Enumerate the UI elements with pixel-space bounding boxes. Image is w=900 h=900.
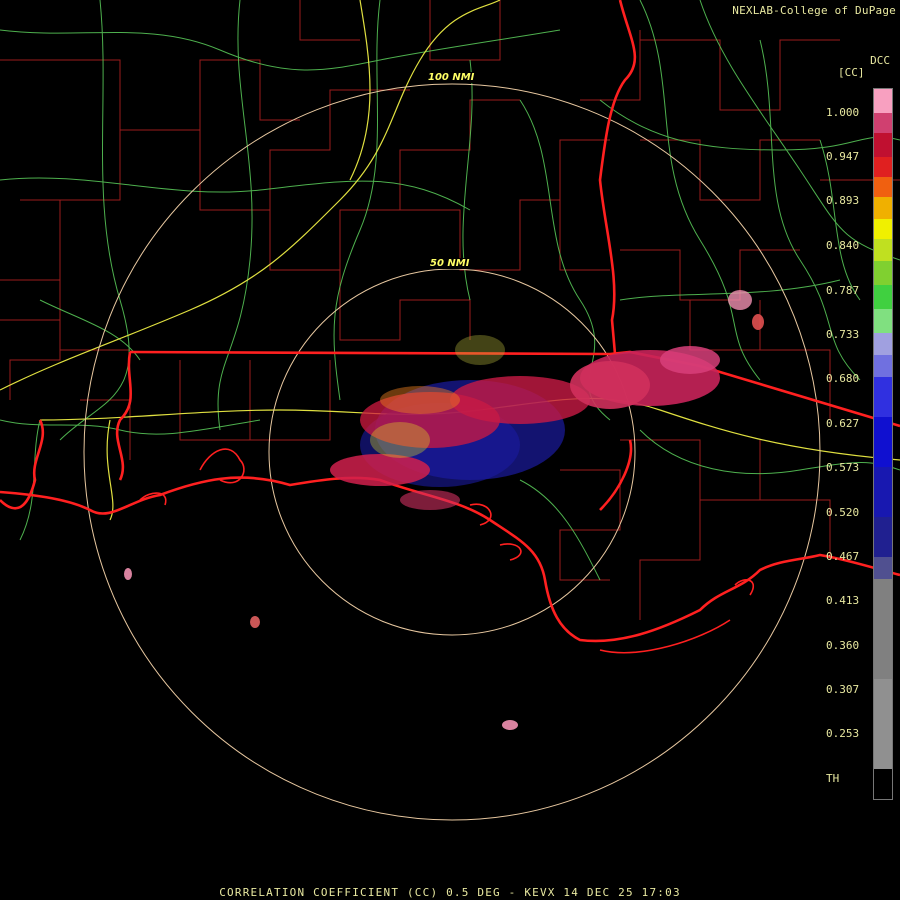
source-credit: NEXLAB-College of DuPage — [732, 4, 896, 17]
ring-label-100: 100 NMI — [426, 72, 477, 83]
product-caption: CORRELATION COEFFICIENT (CC) 0.5 DEG - K… — [219, 886, 681, 899]
scale-tick-label: 0.520 — [826, 506, 860, 519]
station-code: DCC — [870, 54, 890, 67]
scale-tick-label: 0.253 — [826, 727, 860, 740]
scale-tick-label: 0.893 — [826, 194, 860, 207]
unit-label: [CC] — [838, 66, 865, 79]
ring-label-50: 50 NMI — [428, 258, 472, 269]
scale-tick-label: 0.680 — [826, 372, 860, 385]
state-borders — [0, 0, 900, 643]
scale-tick-label: 0.413 — [826, 594, 860, 607]
radar-echoes — [124, 290, 764, 730]
scale-tick-label: 0.840 — [826, 239, 860, 252]
scale-tick-label: 0.733 — [826, 328, 860, 341]
scale-tick-label: TH — [826, 772, 840, 785]
radar-map — [0, 0, 900, 821]
scale-tick-label: 0.787 — [826, 284, 860, 297]
scale-tick-label: 0.360 — [826, 639, 860, 652]
color-scale-bar — [873, 88, 893, 800]
scale-tick-label: 0.307 — [826, 683, 860, 696]
scale-tick-label: 0.947 — [826, 150, 860, 163]
scale-tick-label: 0.573 — [826, 461, 860, 474]
scale-tick-label: 1.000 — [826, 106, 860, 119]
scale-tick-label: 0.467 — [826, 550, 860, 563]
scale-tick-label: 0.627 — [826, 417, 860, 430]
county-borders — [0, 0, 900, 620]
